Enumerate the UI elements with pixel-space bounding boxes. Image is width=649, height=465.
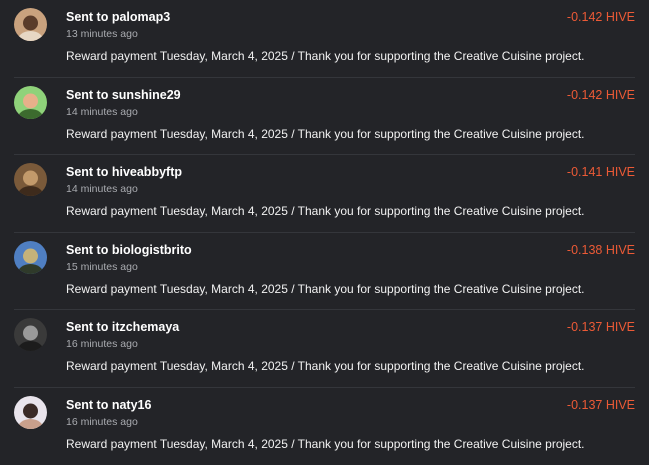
amount: -0.141 HIVE bbox=[567, 165, 635, 179]
transaction-prefix: Sent to bbox=[66, 398, 108, 412]
avatar-image bbox=[14, 396, 47, 429]
recipient-link[interactable]: itzchemaya bbox=[112, 320, 179, 334]
memo-text: Reward payment Tuesday, March 4, 2025 / … bbox=[66, 437, 585, 451]
amount: -0.137 HIVE bbox=[567, 320, 635, 334]
transaction-prefix: Sent to bbox=[66, 10, 108, 24]
transaction-title: Sent to biologistbrito bbox=[66, 243, 192, 257]
transaction-list: Sent to palomap3 13 minutes ago -0.142 H… bbox=[0, 0, 649, 465]
transaction-title: Sent to hiveabbyftp bbox=[66, 165, 182, 179]
transaction-title: Sent to naty16 bbox=[66, 398, 151, 412]
transaction-title: Sent to sunshine29 bbox=[66, 88, 181, 102]
transaction-item: Sent to biologistbrito 15 minutes ago -0… bbox=[0, 233, 649, 311]
timestamp: 15 minutes ago bbox=[66, 261, 138, 273]
timestamp: 16 minutes ago bbox=[66, 416, 138, 428]
timestamp: 14 minutes ago bbox=[66, 183, 138, 195]
transaction-item: Sent to naty16 16 minutes ago -0.137 HIV… bbox=[0, 388, 649, 465]
avatar[interactable] bbox=[14, 318, 47, 351]
transaction-prefix: Sent to bbox=[66, 165, 108, 179]
transaction-item: Sent to itzchemaya 16 minutes ago -0.137… bbox=[0, 310, 649, 388]
avatar-image bbox=[14, 241, 47, 274]
transaction-item: Sent to palomap3 13 minutes ago -0.142 H… bbox=[0, 0, 649, 78]
avatar[interactable] bbox=[14, 163, 47, 196]
avatar-image bbox=[14, 86, 47, 119]
memo-text: Reward payment Tuesday, March 4, 2025 / … bbox=[66, 359, 585, 373]
amount: -0.137 HIVE bbox=[567, 398, 635, 412]
avatar-image bbox=[14, 8, 47, 41]
recipient-link[interactable]: naty16 bbox=[112, 398, 152, 412]
recipient-link[interactable]: biologistbrito bbox=[112, 243, 192, 257]
transaction-prefix: Sent to bbox=[66, 88, 108, 102]
avatar[interactable] bbox=[14, 396, 47, 429]
amount: -0.138 HIVE bbox=[567, 243, 635, 257]
recipient-link[interactable]: sunshine29 bbox=[112, 88, 181, 102]
avatar-image bbox=[14, 163, 47, 196]
transaction-item: Sent to hiveabbyftp 14 minutes ago -0.14… bbox=[0, 155, 649, 233]
memo-text: Reward payment Tuesday, March 4, 2025 / … bbox=[66, 127, 585, 141]
transaction-prefix: Sent to bbox=[66, 243, 108, 257]
timestamp: 16 minutes ago bbox=[66, 338, 138, 350]
avatar-image bbox=[14, 318, 47, 351]
memo-text: Reward payment Tuesday, March 4, 2025 / … bbox=[66, 49, 585, 63]
recipient-link[interactable]: hiveabbyftp bbox=[112, 165, 182, 179]
avatar[interactable] bbox=[14, 241, 47, 274]
recipient-link[interactable]: palomap3 bbox=[112, 10, 170, 24]
transaction-title: Sent to palomap3 bbox=[66, 10, 170, 24]
transaction-prefix: Sent to bbox=[66, 320, 108, 334]
memo-text: Reward payment Tuesday, March 4, 2025 / … bbox=[66, 282, 585, 296]
avatar[interactable] bbox=[14, 86, 47, 119]
avatar[interactable] bbox=[14, 8, 47, 41]
timestamp: 14 minutes ago bbox=[66, 106, 138, 118]
memo-text: Reward payment Tuesday, March 4, 2025 / … bbox=[66, 204, 585, 218]
amount: -0.142 HIVE bbox=[567, 10, 635, 24]
amount: -0.142 HIVE bbox=[567, 88, 635, 102]
timestamp: 13 minutes ago bbox=[66, 28, 138, 40]
transaction-title: Sent to itzchemaya bbox=[66, 320, 179, 334]
transaction-item: Sent to sunshine29 14 minutes ago -0.142… bbox=[0, 78, 649, 156]
